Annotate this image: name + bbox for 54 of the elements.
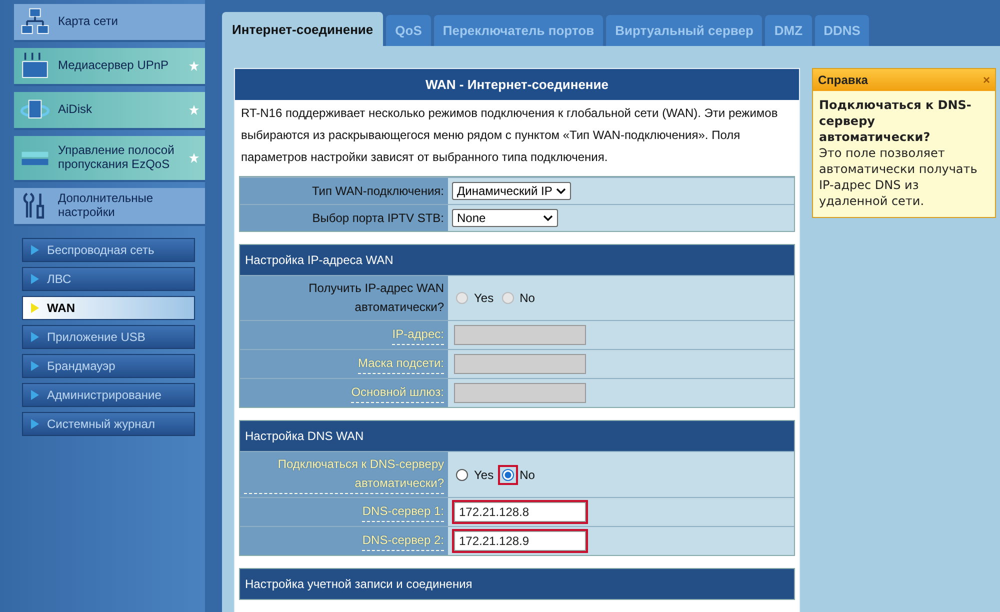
tab[interactable]: Виртуальный сервер: [606, 15, 762, 46]
radio-label: No: [520, 291, 535, 305]
panel-title: WAN - Интернет-соединение: [235, 69, 799, 100]
triangle-icon: [31, 274, 39, 284]
help-heading: Подключаться к DNS-серверу автоматически?: [819, 97, 972, 145]
dropdown[interactable]: Динамический IP: [452, 182, 572, 200]
triangle-icon: [31, 419, 39, 429]
triangle-icon: [31, 361, 39, 371]
star-icon: [189, 105, 199, 115]
tab[interactable]: Интернет-соединение: [222, 12, 384, 46]
star-icon: [189, 153, 199, 163]
triangle-icon: [31, 332, 39, 342]
close-button[interactable]: ×: [982, 73, 990, 87]
triangle-icon: [31, 390, 39, 400]
menu-item[interactable]: Карта сети: [14, 4, 205, 42]
input-field[interactable]: 172.21.128.8: [454, 502, 586, 522]
network-icon: [20, 7, 50, 37]
field-label: Тип WAN-подключения:: [312, 182, 444, 200]
help-title: Справка: [818, 73, 868, 87]
field-label: Выбор порта IPTV STB:: [312, 210, 444, 226]
menu-item[interactable]: Медиасервер UPnP: [14, 48, 205, 86]
tab[interactable]: DDNS: [814, 15, 870, 46]
dropdown[interactable]: None: [452, 209, 558, 227]
submenu-item[interactable]: ЛВС: [22, 267, 195, 291]
section-header: Настройка учетной записи и соединения: [240, 569, 794, 599]
radio-button[interactable]: [502, 468, 514, 480]
triangle-icon: [31, 303, 39, 313]
media-server-icon: [20, 51, 50, 81]
radio-label: Yes: [474, 468, 494, 482]
tab[interactable]: DMZ: [765, 15, 812, 46]
tab[interactable]: Переключатель портов: [434, 15, 604, 46]
menu-item[interactable]: AiDisk: [14, 92, 205, 130]
submenu-item[interactable]: Системный журнал: [22, 412, 195, 436]
help-text: Это поле позволяет автоматически получать IP-адрес DNS из удаленной сети.: [819, 145, 978, 209]
intro-text: RT-N16 поддерживает несколько режимов подключения к глобальной сети (WAN). Эти режимов выбираются из раскрывающегося меню рядом с пунктом «Тип WAN-подключения». Поля параметров настройки зависят от выбранного типа подключения.: [240, 105, 779, 166]
radio-button[interactable]: [456, 468, 468, 480]
chevron-icon: [556, 188, 566, 194]
star-icon: [189, 61, 199, 71]
radio-label: Yes: [474, 291, 494, 305]
submenu-item[interactable]: WAN: [22, 296, 195, 320]
field-label: Получить IP-адрес WAN автоматически?: [308, 280, 444, 316]
submenu-item[interactable]: Приложение USB: [22, 325, 195, 349]
radio-label: No: [520, 468, 535, 482]
submenu-item[interactable]: Беспроводная сеть: [22, 238, 195, 262]
menu-item[interactable]: Дополнительные настройки: [14, 188, 205, 226]
section-header: Настройка IP-адреса WAN: [240, 245, 794, 275]
menu-item[interactable]: Управление полосой пропускания EzQoS: [14, 136, 205, 182]
input-field[interactable]: 172.21.128.9: [454, 531, 586, 551]
triangle-icon: [31, 245, 39, 255]
tab[interactable]: QoS: [386, 15, 431, 46]
submenu-item[interactable]: Администрирование: [22, 383, 195, 407]
chevron-icon: [543, 215, 553, 221]
submenu-item[interactable]: Брандмауэр: [22, 354, 195, 378]
section-header: Настройка DNS WAN: [240, 421, 794, 451]
